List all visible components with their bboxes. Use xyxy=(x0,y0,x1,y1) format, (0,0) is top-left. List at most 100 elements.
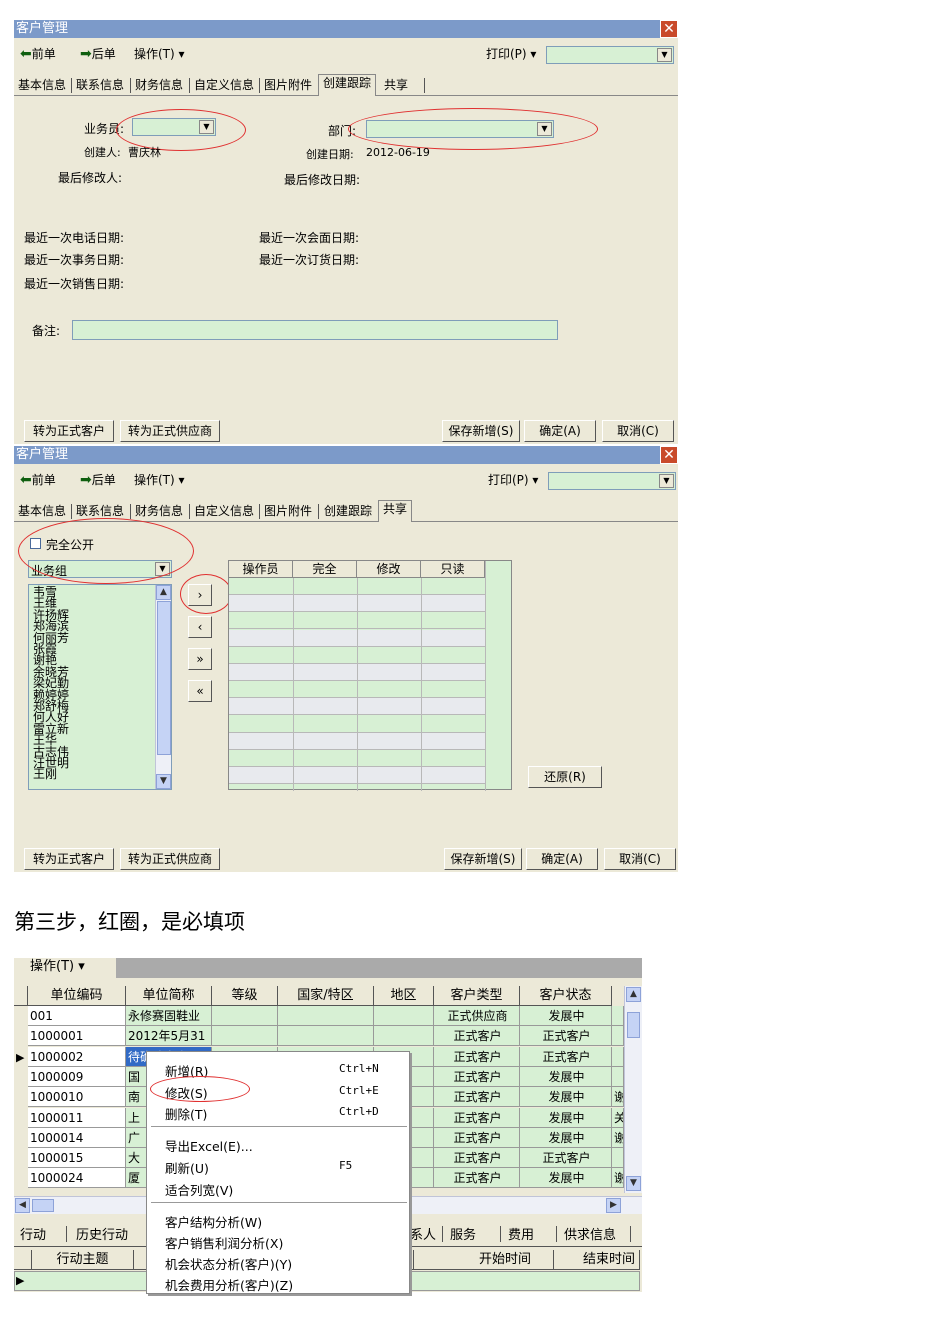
table-cell[interactable]: 001 xyxy=(28,1006,126,1026)
table-cell[interactable]: 正式客户 xyxy=(434,1168,520,1189)
col-header[interactable]: 结束时间 xyxy=(554,1250,640,1270)
print-combo[interactable]: ▼ xyxy=(546,46,674,64)
col-header[interactable]: 单位简称 xyxy=(126,986,212,1006)
col-header[interactable]: 单位编码 xyxy=(28,986,126,1006)
table-cell[interactable]: 发展中 xyxy=(520,1127,612,1148)
table-cell[interactable]: 发展中 xyxy=(520,1168,612,1189)
table-cell[interactable]: 正式客户 xyxy=(434,1087,520,1108)
tab-share[interactable]: 共享 xyxy=(378,500,413,522)
print-menu[interactable]: 打印(P) ▾ xyxy=(486,46,536,62)
table-cell[interactable]: 1000015 xyxy=(28,1148,126,1169)
tab-tracking[interactable]: 创建跟踪 xyxy=(320,503,376,521)
table-cell[interactable]: 正式客户 xyxy=(520,1046,612,1067)
table-cell[interactable]: 正式客户 xyxy=(434,1026,520,1047)
col-header[interactable]: 客户状态 xyxy=(520,986,612,1006)
table-cell[interactable]: 2012年5月31 xyxy=(126,1026,212,1047)
ok-button[interactable]: 确定(A) xyxy=(526,848,598,870)
table-cell[interactable]: 1000002 xyxy=(28,1046,126,1067)
col-header[interactable]: 地区 xyxy=(374,986,434,1006)
table-cell[interactable]: 关 xyxy=(612,1107,624,1128)
table-cell[interactable]: 正式客户 xyxy=(434,1046,520,1067)
table-cell[interactable]: 1000010 xyxy=(28,1087,126,1108)
tab-finance[interactable]: 财务信息 xyxy=(131,77,187,95)
to-supplier-button[interactable]: 转为正式供应商 xyxy=(120,420,220,442)
menu-item-delete[interactable]: 删除(T) xyxy=(165,1104,207,1123)
menu-item-structure-analysis[interactable]: 客户结构分析(W) xyxy=(165,1212,262,1231)
table-cell[interactable]: 1000009 xyxy=(28,1066,126,1087)
cancel-button[interactable]: 取消(C) xyxy=(602,420,674,442)
scroll-thumb[interactable] xyxy=(157,601,171,755)
table-cell[interactable]: 正式客户 xyxy=(520,1148,612,1169)
tab-attachment[interactable]: 图片附件 xyxy=(260,77,316,95)
table-cell[interactable]: 永修赛固鞋业 xyxy=(126,1006,212,1026)
col-header[interactable]: 开始时间 xyxy=(414,1250,554,1270)
scroll-down-icon[interactable]: ▼ xyxy=(156,774,171,789)
col-header[interactable]: 国家/特区 xyxy=(278,986,374,1006)
scroll-up-icon[interactable]: ▲ xyxy=(626,987,641,1002)
prev-button[interactable]: ⬅前单 xyxy=(20,46,56,62)
table-cell[interactable] xyxy=(612,1026,624,1047)
menu-item-fit-columns[interactable]: 适合列宽(V) xyxy=(165,1180,233,1199)
table-vscrollbar[interactable]: ▲ ▼ xyxy=(624,986,642,1193)
print-combo[interactable]: ▼ xyxy=(548,472,676,490)
menu-item-refresh[interactable]: 刷新(U) xyxy=(165,1158,209,1177)
save-new-button[interactable]: 保存新增(S) xyxy=(442,420,520,442)
table-cell[interactable]: 发展中 xyxy=(520,1087,612,1108)
table-cell[interactable] xyxy=(612,1148,624,1169)
operate-menu[interactable]: 操作(T) ▾ xyxy=(14,958,116,978)
share-grid[interactable]: 操作员 完全 修改 只读 xyxy=(228,560,512,791)
tab-share[interactable]: 共享 xyxy=(380,77,412,95)
tab-fees[interactable]: 费用 xyxy=(508,1224,534,1243)
table-cell[interactable] xyxy=(374,1006,434,1026)
close-icon[interactable]: ✕ xyxy=(660,20,678,38)
operate-menu[interactable]: 操作(T) ▾ xyxy=(134,472,185,488)
save-new-button[interactable]: 保存新增(S) xyxy=(444,848,522,870)
table-cell[interactable]: 1000024 xyxy=(28,1168,126,1189)
tab-supply-demand[interactable]: 供求信息 xyxy=(564,1224,616,1243)
scroll-right-icon[interactable]: ▶ xyxy=(606,1198,621,1213)
table-cell[interactable]: 正式客户 xyxy=(434,1148,520,1169)
ok-button[interactable]: 确定(A) xyxy=(524,420,596,442)
table-cell[interactable] xyxy=(612,1066,624,1087)
move-all-left-button[interactable]: « xyxy=(188,680,212,702)
table-cell[interactable]: 发展中 xyxy=(520,1107,612,1128)
table-cell[interactable]: 谢 xyxy=(612,1168,624,1189)
restore-button[interactable]: 还原(R) xyxy=(528,766,602,788)
table-cell[interactable]: 正式客户 xyxy=(434,1066,520,1087)
print-menu[interactable]: 打印(P) ▾ xyxy=(488,472,538,488)
table-cell[interactable]: 谢 xyxy=(612,1087,624,1108)
next-button[interactable]: ➡后单 xyxy=(80,472,116,488)
tab-contacts[interactable]: 系人 xyxy=(410,1224,436,1243)
member-list[interactable]: 韦雪 王维 许扬辉 郑海滨 何丽芳 张霞 谢艳 余晓芳 梁妃勤 赖婷婷 郑舒梅 何人好 雷立新 王华 古志伟… xyxy=(28,584,172,790)
table-cell[interactable]: 正式供应商 xyxy=(434,1006,520,1026)
move-all-right-button[interactable]: » xyxy=(188,648,212,670)
to-customer-button[interactable]: 转为正式客户 xyxy=(24,420,114,442)
cancel-button[interactable]: 取消(C) xyxy=(604,848,676,870)
remark-input[interactable] xyxy=(72,320,558,340)
tab-basic[interactable]: 基本信息 xyxy=(14,503,70,521)
table-cell[interactable] xyxy=(212,1006,278,1026)
tab-tracking[interactable]: 创建跟踪 xyxy=(318,74,377,96)
tab-history-action[interactable]: 历史行动 xyxy=(76,1224,128,1243)
menu-item-opportunity-cost[interactable]: 机会费用分析(客户)(Z) xyxy=(165,1275,293,1294)
tab-attachment[interactable]: 图片附件 xyxy=(260,503,316,521)
move-left-button[interactable]: ‹ xyxy=(188,616,212,638)
menu-item-export-excel[interactable]: 导出Excel(E)... xyxy=(165,1136,253,1155)
tab-service[interactable]: 服务 xyxy=(450,1224,476,1243)
table-cell[interactable]: 正式客户 xyxy=(434,1107,520,1128)
tab-contact[interactable]: 联系信息 xyxy=(72,77,128,95)
table-cell[interactable]: 发展中 xyxy=(520,1066,612,1087)
tab-basic[interactable]: 基本信息 xyxy=(14,77,70,95)
col-header[interactable]: 行动主题 xyxy=(32,1250,134,1270)
to-customer-button[interactable]: 转为正式客户 xyxy=(24,848,114,870)
tab-custom[interactable]: 自定义信息 xyxy=(190,77,258,95)
tab-custom[interactable]: 自定义信息 xyxy=(190,503,258,521)
menu-item-profit-analysis[interactable]: 客户销售利润分析(X) xyxy=(165,1233,283,1252)
col-header[interactable]: 客户类型 xyxy=(434,986,520,1006)
member-scrollbar[interactable]: ▲ ▼ xyxy=(155,585,171,789)
table-cell[interactable]: 谢 xyxy=(612,1127,624,1148)
to-supplier-button[interactable]: 转为正式供应商 xyxy=(120,848,220,870)
table-cell[interactable] xyxy=(612,1006,624,1026)
table-cell[interactable]: 正式客户 xyxy=(434,1127,520,1148)
table-cell[interactable] xyxy=(278,1006,374,1026)
